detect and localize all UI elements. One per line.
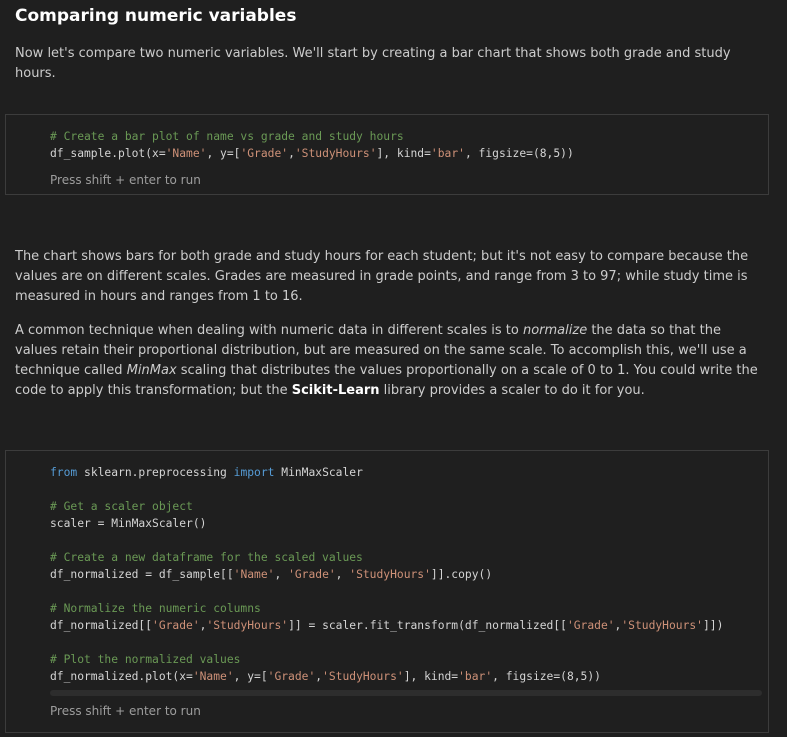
code-token: ], kind=: [376, 147, 431, 160]
scale-explanation-paragraph: The chart shows bars for both grade and …: [15, 249, 749, 304]
code-string: 'bar': [430, 147, 465, 160]
code-string: 'StudyHours': [206, 619, 289, 632]
text-run: library provides a scaler to do it for y…: [379, 383, 645, 398]
normalize-paragraph: A common technique when dealing with num…: [15, 321, 760, 401]
code-string: 'Name': [192, 670, 234, 683]
code-editor[interactable]: from sklearn.preprocessing import MinMax…: [50, 464, 723, 685]
text-run: A common technique when dealing with num…: [15, 323, 523, 338]
code-token: , y=[: [206, 147, 241, 160]
code-token: ,: [335, 568, 350, 581]
code-cell-2[interactable]: from sklearn.preprocessing import MinMax…: [5, 450, 769, 733]
code-token: scaler = MinMaxScaler(): [50, 517, 207, 530]
code-comment: # Create a new dataframe for the scaled …: [50, 551, 363, 564]
code-token: MinMaxScaler: [274, 466, 363, 479]
code-string: 'Grade': [240, 147, 289, 160]
code-editor[interactable]: # Create a bar plot of name vs grade and…: [50, 128, 574, 162]
emphasis-minmax: MinMax: [126, 363, 177, 378]
code-comment: # Normalize the numeric columns: [50, 602, 261, 615]
run-hint: Press shift + enter to run: [50, 173, 201, 187]
code-token: df_sample.plot(x=: [50, 147, 166, 160]
code-comment: # Create a bar plot of name vs grade and…: [50, 130, 404, 143]
code-string: 'StudyHours': [349, 568, 431, 581]
code-token: , y=[: [233, 670, 268, 683]
code-token: ,: [288, 147, 295, 160]
code-token: ], kind=: [403, 670, 459, 683]
code-cell-1[interactable]: # Create a bar plot of name vs grade and…: [5, 114, 769, 195]
run-hint: Press shift + enter to run: [50, 704, 201, 718]
code-token: ]]): [702, 619, 724, 632]
code-string: 'Grade': [288, 568, 336, 581]
code-token: , figsize=(8,5)): [492, 670, 601, 683]
code-token: ,: [274, 568, 289, 581]
code-string: 'StudyHours': [621, 619, 703, 632]
code-string: 'Name': [233, 568, 275, 581]
code-keyword: from: [50, 466, 78, 479]
code-keyword: import: [233, 466, 275, 479]
code-token: df_normalized.plot(x=: [50, 670, 193, 683]
code-string: 'Grade': [566, 619, 615, 632]
code-string: 'Name': [165, 147, 207, 160]
code-token: df_normalized[[: [50, 619, 153, 632]
code-comment: # Get a scaler object: [50, 500, 193, 513]
code-token: df_normalized = df_sample[[: [50, 568, 234, 581]
emphasis-normalize: normalize: [522, 323, 588, 338]
code-token: ]].copy(): [430, 568, 493, 581]
horizontal-scrollbar[interactable]: [50, 690, 762, 696]
code-string: 'StudyHours': [322, 670, 404, 683]
code-token: , figsize=(8,5)): [464, 147, 574, 160]
section-heading: Comparing numeric variables: [15, 6, 297, 26]
code-comment: # Plot the normalized values: [50, 653, 241, 666]
code-string: 'Grade': [267, 670, 316, 683]
code-token: sklearn.preprocessing: [77, 466, 234, 479]
intro-paragraph: Now let's compare two numeric variables.…: [15, 46, 731, 81]
code-token: ]] = scaler.fit_transform(df_normalized[…: [288, 619, 567, 632]
code-string: 'bar': [458, 670, 493, 683]
code-string: 'StudyHours': [294, 147, 377, 160]
code-string: 'Grade': [152, 619, 200, 632]
strong-scikit-learn: Scikit-Learn: [291, 383, 380, 398]
